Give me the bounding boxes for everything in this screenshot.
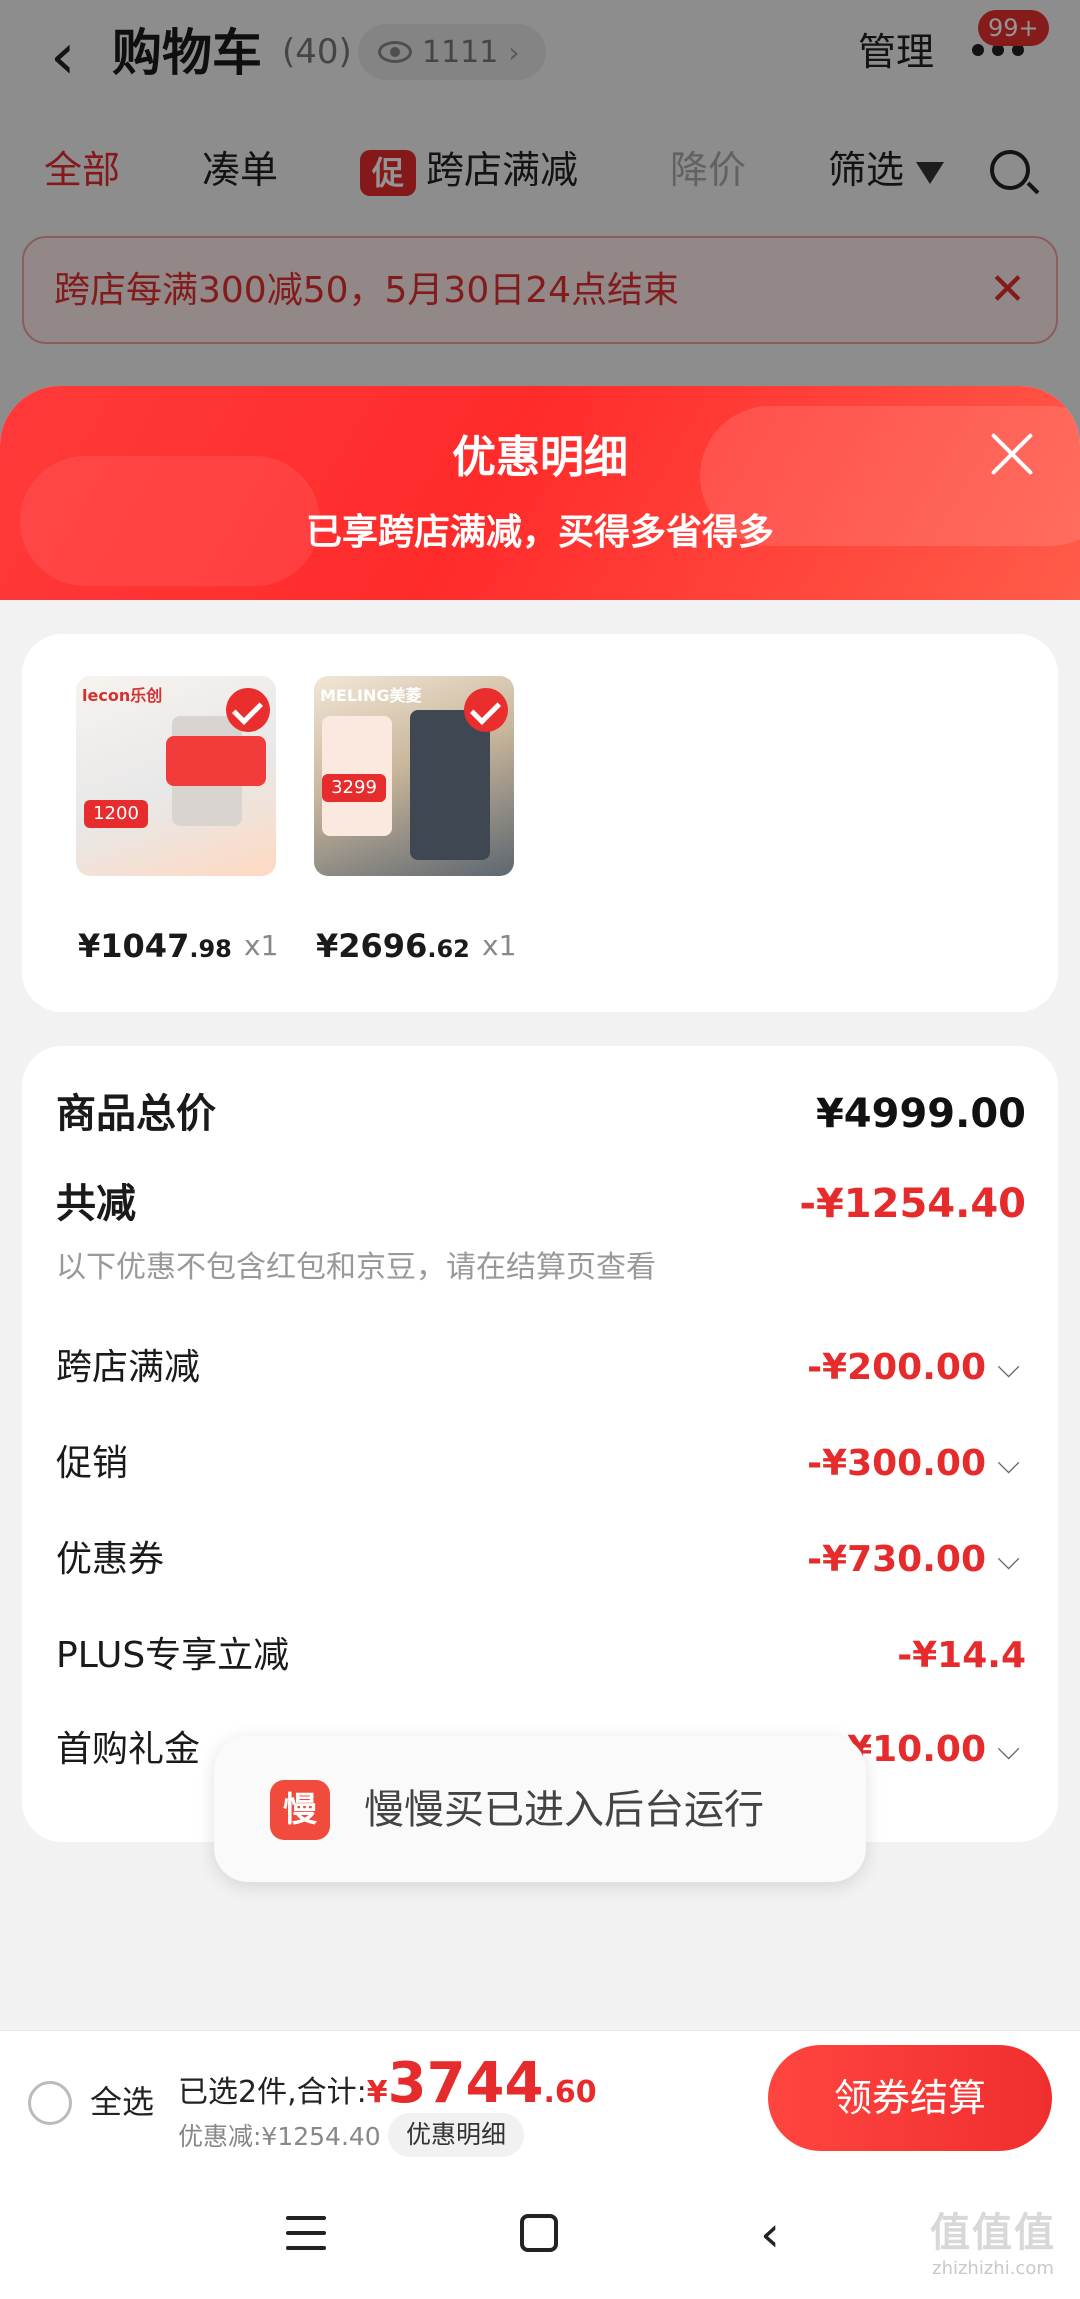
menu-icon[interactable]: [286, 2216, 326, 2250]
reduce-note: 以下优惠不包含红包和京豆，请在结算页查看: [56, 1250, 656, 1285]
discount-detail-link[interactable]: 优惠明细: [388, 2113, 525, 2157]
total-reduce-value: -¥1254.40: [799, 1181, 1026, 1227]
currency-symbol: ¥: [366, 2075, 388, 2110]
discount-row-cross-store[interactable]: 跨店满减 -¥200.00 ⌵: [56, 1340, 1026, 1396]
select-all-checkbox[interactable]: [28, 2081, 72, 2125]
discount-row-coupon[interactable]: 优惠券 -¥730.00 ⌵: [56, 1532, 1026, 1588]
discount-label: 促销: [56, 1443, 129, 1484]
price-detail-card: 商品总价 ¥4999.00 共减 -¥1254.40 以下优惠不包含红包和京豆，…: [22, 1046, 1058, 1842]
discount-label: 首购礼金: [56, 1729, 201, 1770]
chevron-down-icon: ⌵: [997, 1446, 1020, 1481]
discount-value: -¥730.00: [807, 1539, 986, 1580]
total-reduce-row: 共减 -¥1254.40: [56, 1176, 1026, 1232]
product-price-int: ¥2696: [316, 927, 428, 965]
product-brand: MELING美菱: [320, 686, 422, 705]
summary-prefix: 已选2件,合计:: [178, 2075, 367, 2110]
watermark: 值值值 zhizhizhi.com: [930, 2200, 1056, 2279]
discount-value: -¥14.4: [897, 1635, 1026, 1676]
product-image-shape: [166, 736, 266, 786]
close-icon[interactable]: [984, 426, 1040, 482]
toast-text: 慢慢买已进入后台运行: [364, 1787, 764, 1833]
watermark-text: 值值值: [930, 2210, 1056, 2256]
checkout-button[interactable]: 领券结算: [768, 2045, 1052, 2151]
product-image-shape: [410, 710, 490, 860]
discount-label: 跨店满减: [56, 1347, 201, 1388]
discount-value: -¥300.00: [807, 1443, 986, 1484]
discount-row-plus: PLUS专享立减 -¥14.4: [56, 1628, 1026, 1684]
chevron-down-icon: ⌵: [997, 1732, 1020, 1767]
total-price-row: 商品总价 ¥4999.00: [56, 1086, 1026, 1142]
total-amount-dec: .60: [543, 2075, 597, 2110]
total-reduce-label: 共减: [56, 1181, 136, 1227]
home-icon[interactable]: [520, 2214, 558, 2252]
watermark-url: zhizhizhi.com: [932, 2258, 1054, 2279]
back-icon[interactable]: ‹: [760, 2209, 780, 2259]
product-brand: lecon乐创: [82, 686, 163, 705]
product-price-dec: .62: [427, 935, 470, 963]
sheet-title: 优惠明细: [452, 432, 628, 483]
discount-value: -¥200.00: [807, 1347, 986, 1388]
total-price-value: ¥4999.00: [815, 1091, 1026, 1137]
background-run-toast: 慢 慢慢买已进入后台运行: [214, 1736, 866, 1882]
total-price-label: 商品总价: [56, 1091, 216, 1137]
sheet-header: 优惠明细 已享跨店满减，买得多省得多: [0, 386, 1080, 600]
app-icon: 慢: [270, 1780, 330, 1840]
system-nav-bar: ‹ 值值值 zhizhizhi.com: [0, 2170, 1080, 2299]
product-qty: x1: [482, 929, 517, 962]
select-all-label[interactable]: 全选: [90, 2077, 154, 2127]
chevron-down-icon: ⌵: [997, 1542, 1020, 1577]
check-icon[interactable]: [464, 688, 508, 732]
check-icon[interactable]: [226, 688, 270, 732]
discount-label: PLUS专享立减: [56, 1635, 290, 1676]
sheet-subtitle: 已享跨店满减，买得多省得多: [305, 512, 774, 553]
product-qty: x1: [244, 929, 279, 962]
discount-detail-sheet: 优惠明细 已享跨店满减，买得多省得多 lecon乐创 1200 MELING美菱…: [0, 386, 1080, 2299]
order-summary: 已选2件,合计:¥3744.60: [178, 2051, 597, 2116]
discount-summary: 优惠减:¥1254.40: [178, 2122, 381, 2151]
product-price: ¥2696.62: [316, 924, 470, 971]
discount-label: 优惠券: [56, 1539, 165, 1580]
product-thumb-tag: 1200: [84, 800, 148, 828]
checkout-bar: 全选 已选2件,合计:¥3744.60 优惠减:¥1254.40 优惠明细 领券…: [0, 2030, 1080, 2170]
chevron-down-icon: ⌵: [997, 1350, 1020, 1385]
discount-row-promotion[interactable]: 促销 -¥300.00 ⌵: [56, 1436, 1026, 1492]
product-thumb-tag: 3299: [322, 774, 386, 802]
product-price-int: ¥1047: [78, 927, 190, 965]
selected-products-card: lecon乐创 1200 MELING美菱 3299 ¥1047.98 x1 ¥…: [22, 634, 1058, 1012]
total-amount-int: 3744: [387, 2051, 544, 2116]
product-price-dec: .98: [189, 935, 232, 963]
product-price: ¥1047.98: [78, 924, 232, 971]
